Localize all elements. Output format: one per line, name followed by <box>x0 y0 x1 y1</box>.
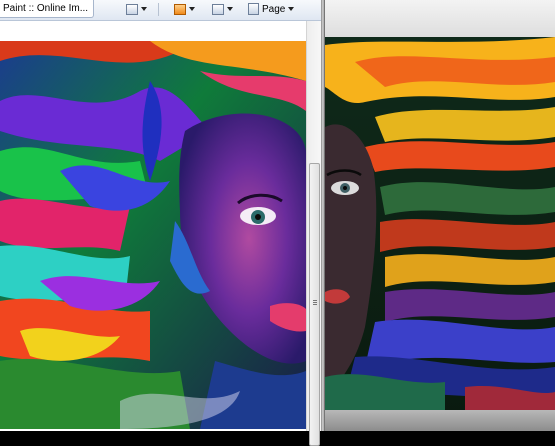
rss-icon <box>174 3 186 15</box>
canvas-painting-image <box>325 37 555 420</box>
chevron-down-icon[interactable] <box>227 7 233 11</box>
chevron-down-icon[interactable] <box>288 7 295 11</box>
page-menu-label: Page <box>262 3 286 15</box>
home-icon <box>126 3 138 15</box>
vertical-scrollbar[interactable] <box>306 21 322 446</box>
tab-paint-online[interactable]: Paint :: Online Im... <box>0 0 94 18</box>
page-content <box>0 21 306 431</box>
chevron-down-icon[interactable] <box>189 7 195 11</box>
toolbar-divider <box>158 3 159 16</box>
page-menu-button[interactable]: Page <box>248 1 295 17</box>
painting-photo <box>325 0 555 431</box>
browser-toolbar: Paint :: Online Im... Page <box>0 0 322 21</box>
printer-icon <box>212 3 224 15</box>
chevron-down-icon[interactable] <box>141 7 147 11</box>
page-icon <box>248 3 259 15</box>
digital-painting-image <box>0 41 306 429</box>
scrollbar-thumb[interactable] <box>309 163 320 446</box>
home-button[interactable] <box>126 1 147 17</box>
print-button[interactable] <box>212 1 233 17</box>
feeds-button[interactable] <box>174 1 195 17</box>
scrollbar-grip-icon <box>313 300 317 301</box>
wall-background <box>325 0 555 40</box>
floor-surface <box>325 410 555 431</box>
browser-window: Paint :: Online Im... Page <box>0 0 322 446</box>
